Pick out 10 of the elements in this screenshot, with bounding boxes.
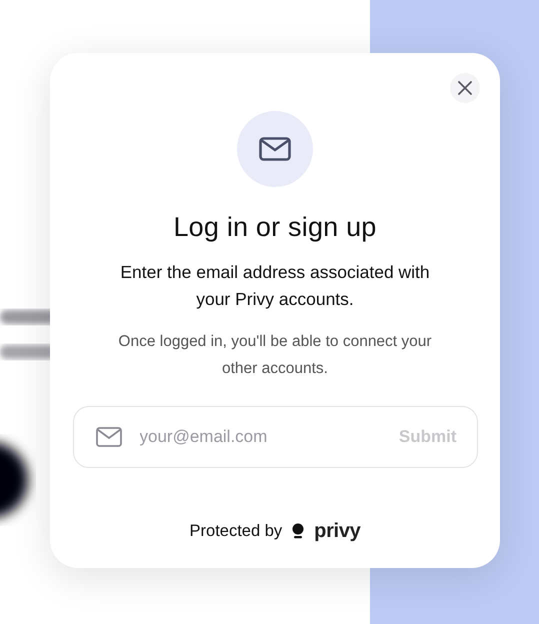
logo-icon xyxy=(292,523,304,539)
description-text: Enter the email address associated with your Privy accounts. xyxy=(119,261,431,311)
mail-icon xyxy=(259,137,291,161)
brand-logo: privy xyxy=(314,519,360,544)
close-icon xyxy=(458,81,472,95)
dialog-title: Log in or sign up xyxy=(173,211,377,244)
protected-by-text: Protected by xyxy=(190,520,282,542)
note-text: Once logged in, you'll be able to connect your other accounts. xyxy=(117,332,433,380)
close-button[interactable] xyxy=(450,73,480,103)
mail-icon xyxy=(96,427,122,448)
